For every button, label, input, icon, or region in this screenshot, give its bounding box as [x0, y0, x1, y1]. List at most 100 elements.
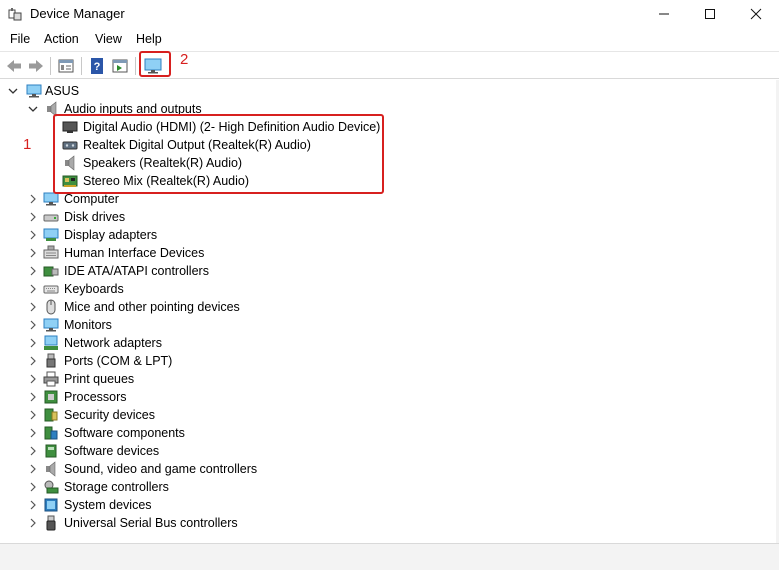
tree-category-label: Print queues [64, 372, 135, 386]
tree-category-label: Ports (COM & LPT) [64, 354, 173, 368]
chevron-right-icon[interactable] [28, 229, 38, 241]
keyboard-icon [43, 281, 59, 297]
tree-category-network[interactable]: Network adapters [0, 334, 600, 352]
usb-icon [43, 515, 59, 531]
toolbar-separator [135, 57, 136, 75]
tree-category-display-adapters[interactable]: Display adapters [0, 226, 600, 244]
chevron-right-icon[interactable] [28, 283, 38, 295]
chevron-right-icon[interactable] [28, 373, 38, 385]
tree-category-print-queues[interactable]: Print queues [0, 370, 600, 388]
tree-category-label: IDE ATA/ATAPI controllers [64, 264, 209, 278]
tree-root[interactable]: ASUS [0, 82, 600, 100]
security-device-icon [43, 407, 59, 423]
chevron-right-icon[interactable] [28, 391, 38, 403]
chevron-right-icon[interactable] [28, 337, 38, 349]
menu-view[interactable]: View [93, 32, 124, 46]
tree-category-system-devices[interactable]: System devices [0, 496, 600, 514]
toolbar: ? [0, 51, 779, 79]
software-component-icon [43, 425, 59, 441]
tree-category-sound-video[interactable]: Sound, video and game controllers [0, 460, 600, 478]
chevron-right-icon[interactable] [28, 247, 38, 259]
toolbar-separator [81, 57, 82, 75]
chevron-right-icon[interactable] [28, 499, 38, 511]
close-icon [750, 8, 762, 20]
network-adapter-icon [43, 335, 59, 351]
tree-category-label: Human Interface Devices [64, 246, 205, 260]
properties-icon [58, 59, 74, 73]
chevron-right-icon[interactable] [28, 409, 38, 421]
callout-1: 1 [23, 136, 32, 153]
toolbar-separator [50, 57, 51, 75]
tree-category-label: Monitors [64, 318, 112, 332]
minimize-button[interactable] [641, 0, 687, 29]
tree-category-ide[interactable]: IDE ATA/ATAPI controllers [0, 262, 600, 280]
tree-category-security[interactable]: Security devices [0, 406, 600, 424]
tree-root-label: ASUS [45, 84, 80, 98]
back-button[interactable] [3, 55, 25, 77]
back-arrow-icon [7, 60, 21, 72]
chevron-down-icon[interactable] [28, 103, 38, 115]
computer-icon [26, 83, 42, 99]
menu-bar: File Action View Help [0, 29, 779, 50]
tree-category-label: Display adapters [64, 228, 158, 242]
tree-category-monitors[interactable]: Monitors [0, 316, 600, 334]
menu-action[interactable]: Action [42, 32, 81, 46]
forward-button[interactable] [25, 55, 47, 77]
chevron-right-icon[interactable] [28, 463, 38, 475]
menu-file[interactable]: File [8, 32, 32, 46]
tree-category-keyboards[interactable]: Keyboards [0, 280, 600, 298]
close-button[interactable] [733, 0, 779, 29]
chevron-down-icon[interactable] [8, 85, 18, 97]
highlight-box-audio-devices [53, 114, 384, 194]
monitor-icon [43, 317, 59, 333]
chevron-right-icon[interactable] [28, 265, 38, 277]
svg-text:?: ? [94, 61, 101, 73]
tree-category-label: Disk drives [64, 210, 126, 224]
tree-category-label: Network adapters [64, 336, 162, 350]
speaker-icon [43, 461, 59, 477]
ide-controller-icon [43, 263, 59, 279]
menu-help[interactable]: Help [134, 32, 164, 46]
chevron-right-icon[interactable] [28, 517, 38, 529]
chevron-right-icon[interactable] [28, 355, 38, 367]
hid-icon [43, 245, 59, 261]
tree-category-processors[interactable]: Processors [0, 388, 600, 406]
chevron-right-icon[interactable] [28, 319, 38, 331]
tree-category-mice[interactable]: Mice and other pointing devices [0, 298, 600, 316]
maximize-button[interactable] [687, 0, 733, 29]
tree-category-ports[interactable]: Ports (COM & LPT) [0, 352, 600, 370]
tree-category-label: Keyboards [64, 282, 124, 296]
tree-category-label: Universal Serial Bus controllers [64, 516, 238, 530]
tree-category-software-devices[interactable]: Software devices [0, 442, 600, 460]
tree-category-software-components[interactable]: Software components [0, 424, 600, 442]
processor-icon [43, 389, 59, 405]
port-icon [43, 353, 59, 369]
tree-category-storage[interactable]: Storage controllers [0, 478, 600, 496]
tree-category-label: Sound, video and game controllers [64, 462, 258, 476]
device-manager-icon [8, 7, 22, 21]
software-device-icon [43, 443, 59, 459]
chevron-right-icon[interactable] [28, 445, 38, 457]
highlight-box-toolbar [139, 51, 171, 77]
chevron-right-icon[interactable] [28, 211, 38, 223]
properties-button[interactable] [55, 55, 77, 77]
help-icon: ? [91, 58, 103, 74]
minimize-icon [659, 13, 669, 15]
action-pane-icon [112, 59, 128, 73]
tree-category-hid[interactable]: Human Interface Devices [0, 244, 600, 262]
chevron-right-icon[interactable] [28, 427, 38, 439]
tree-category-label: Software devices [64, 444, 160, 458]
action-pane-button[interactable] [109, 55, 131, 77]
tree-category-label: System devices [64, 498, 152, 512]
chevron-right-icon[interactable] [28, 193, 38, 205]
disk-drive-icon [43, 209, 59, 225]
status-bar [0, 543, 779, 570]
chevron-right-icon[interactable] [28, 301, 38, 313]
tree-category-usb[interactable]: Universal Serial Bus controllers [0, 514, 600, 532]
help-button[interactable]: ? [86, 55, 108, 77]
tree-category-label: Security devices [64, 408, 156, 422]
chevron-right-icon[interactable] [28, 481, 38, 493]
tree-category-label: Software components [64, 426, 185, 440]
tree-category-disk-drives[interactable]: Disk drives [0, 208, 600, 226]
display-adapter-icon [43, 227, 59, 243]
